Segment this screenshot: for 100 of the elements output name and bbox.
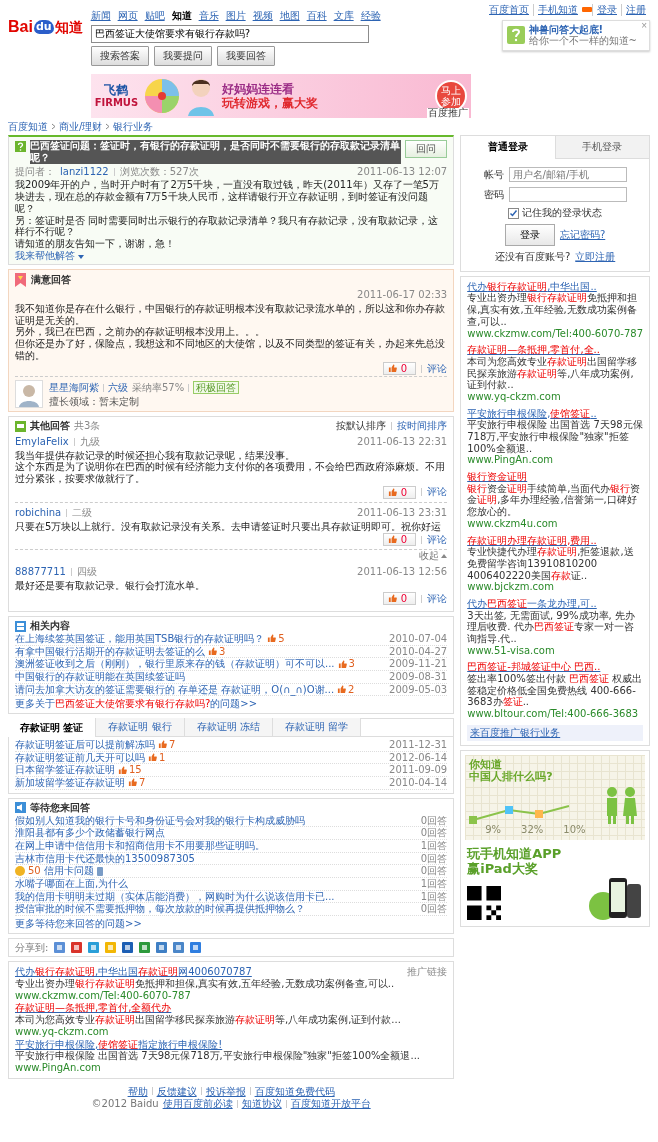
like-button[interactable]: 0 <box>382 592 417 606</box>
nav-link[interactable]: 贴吧 <box>144 10 165 22</box>
sort-link[interactable]: 按默认排序 <box>336 420 387 433</box>
user-link[interactable]: EmylaFelix <box>15 436 69 448</box>
answer-link[interactable]: 我来帮他解答 <box>15 249 75 261</box>
top-link[interactable]: 登录 <box>592 4 621 16</box>
nav-link[interactable]: 知道 <box>171 10 192 22</box>
top-link[interactable]: 百度首页 <box>485 4 533 16</box>
footer-link[interactable]: 百度知道免费代码 <box>254 1085 335 1098</box>
promote-link[interactable]: 来百度推广银行业务 <box>467 724 643 741</box>
breadcrumb-link[interactable]: 银行业务 <box>113 120 154 133</box>
share-icon[interactable] <box>173 942 185 954</box>
level-link[interactable]: 六级 <box>108 381 128 394</box>
breadcrumb-link[interactable]: 商业/理财 <box>59 120 103 133</box>
ad-title[interactable]: 存款证明办理存款证明,费用.. <box>467 534 597 546</box>
question-link[interactable]: 澳洲签证收到之后（刚刚），银行里原来存的钱（存款证明）可不可以... <box>15 658 335 670</box>
nav-link[interactable]: 图片 <box>225 10 246 22</box>
nav-link[interactable]: 网页 <box>117 10 138 22</box>
question-link[interactable]: 有拿中国银行活期开的存款证明去签证的么 <box>15 645 205 658</box>
like-button[interactable]: 0 <box>382 533 417 547</box>
more-link[interactable]: 更多等待您来回答的问题>> <box>15 918 142 930</box>
ad-title[interactable]: 代办银行存款证明,中华出国.. <box>467 280 597 292</box>
footer-link[interactable]: 反馈建议 <box>156 1085 197 1098</box>
forgot-link[interactable]: 忘记密码? <box>559 229 606 241</box>
nav-link[interactable]: 音乐 <box>198 10 219 22</box>
ad-title[interactable]: 平安旅行申根保险,使馆签证.. <box>467 407 597 419</box>
ad-title[interactable]: 巴西签证-邦城签证中心 巴西.. <box>467 661 601 673</box>
nav-link[interactable]: 新闻 <box>90 10 111 22</box>
topic-tab[interactable]: 存款证明 银行 <box>96 718 185 737</box>
comment-link[interactable]: 评论 <box>427 592 448 605</box>
login-button[interactable]: 登录 <box>504 224 555 247</box>
account-field[interactable]: 用户名/邮箱/手机 <box>508 167 627 183</box>
more-link[interactable]: 更多关于巴西签证大使馆要求有银行存款吗?的问题>> <box>15 698 258 711</box>
sort-link[interactable]: 按时间排序 <box>397 420 448 433</box>
thumbs-up-icon <box>337 685 347 695</box>
checkbox[interactable] <box>508 207 520 219</box>
ad-title[interactable]: 银行资金证明 <box>467 471 528 483</box>
ad-banner[interactable]: 飞鹤 FIRMUS 好妈妈连连看 玩转游戏，赢大奖 马上参加 百度推广 <box>90 73 471 118</box>
footer-link[interactable]: 投诉举报 <box>205 1085 246 1098</box>
footer-link[interactable]: 帮助 <box>127 1085 148 1098</box>
ask-button[interactable]: 回问 <box>405 140 448 159</box>
question-link[interactable]: 淮阳县都有多少个政储蓄银行网点 <box>15 827 165 839</box>
footer-link[interactable]: 使用百度前必读 <box>162 1098 233 1110</box>
share-icon[interactable] <box>71 942 83 954</box>
ad-title[interactable]: 代办巴西签证一条龙办理,可.. <box>467 597 597 609</box>
share-icon[interactable] <box>156 942 168 954</box>
question-link[interactable]: 中国银行的存款证明能在英国续签证吗 <box>15 671 185 683</box>
user-badge: 积极回答 <box>193 380 240 395</box>
comment-link[interactable]: 评论 <box>427 486 448 499</box>
question-link[interactable]: 存款证明签证前几天开可以吗 <box>15 751 145 764</box>
user-link[interactable]: 星星海阿紫 <box>49 381 99 394</box>
ad-title[interactable]: 存款证明—条抵押,零首付,全额代办 <box>15 1002 172 1015</box>
topic-tab[interactable]: 存款证明 留学 <box>272 718 362 737</box>
footer-link[interactable]: 知道协议 <box>241 1098 282 1110</box>
user-link[interactable]: robichina <box>15 506 62 519</box>
question-link[interactable]: 在上海续签英国签证，能用英国TSB银行的存款证明吗？ <box>15 632 265 645</box>
question-link[interactable]: 水嘴子哪面在上面,为什么 <box>15 877 129 890</box>
question-link[interactable]: 我的信用卡明明未过期（实体店能消费），网购时为什么说该信用卡已... <box>15 890 335 903</box>
user-link[interactable]: 88877711 <box>15 565 66 578</box>
nav-link[interactable]: 经验 <box>360 10 381 22</box>
topic-tab[interactable]: 存款证明 签证 <box>8 718 97 738</box>
nav-link[interactable]: 地图 <box>279 10 300 22</box>
nav-link[interactable]: 文库 <box>333 10 354 22</box>
password-field[interactable] <box>508 187 627 203</box>
topic-tab[interactable]: 存款证明 冻结 <box>184 718 273 737</box>
ad-title[interactable]: 存款证明—条抵押,零首付,全.. <box>467 344 600 356</box>
collapse-toggle[interactable]: 收起 <box>419 550 440 562</box>
question-link[interactable]: 信用卡问题 <box>43 865 94 877</box>
question-link[interactable]: 存款证明签证后可以提前解冻吗 <box>15 739 155 751</box>
ad-title[interactable]: 平安旅行申根保险,使馆签证指定旅行申根保险! <box>15 1038 223 1051</box>
comment-link[interactable]: 评论 <box>427 533 448 546</box>
nav-link[interactable]: 百科 <box>306 10 327 22</box>
question-link[interactable]: 新加坡留学签证存款证明 <box>15 777 125 789</box>
register-link[interactable]: 立即注册 <box>575 251 616 263</box>
comment-link[interactable]: 评论 <box>427 363 448 375</box>
question-link[interactable]: 日本留学签证存款证明 <box>15 764 115 777</box>
breadcrumb-link[interactable]: 百度知道 <box>8 120 48 133</box>
search-field[interactable]: 巴西签证大使馆要求有银行存款吗? <box>90 24 369 43</box>
search-button[interactable]: 我要回答 <box>216 45 275 66</box>
share-icon[interactable] <box>54 942 66 954</box>
share-icon[interactable] <box>122 942 134 954</box>
like-button[interactable]: 0 <box>382 485 417 499</box>
survey-banner[interactable]: 你知道 中国人排什么吗? 9% 32% 10% <box>465 754 645 840</box>
share-icon[interactable] <box>139 942 151 954</box>
nav-link[interactable]: 视频 <box>252 10 273 22</box>
asker-link[interactable]: lanzi1122 <box>60 165 109 178</box>
question-link[interactable]: 在网上申请中信信用卡和招商信用卡不用要那些证明吗。 <box>15 839 265 852</box>
question-link[interactable]: 假如别人知道我的银行卡号和身份证号会对我的银行卡构成威胁吗 <box>15 814 305 827</box>
question-link[interactable]: 授信审批的时候不需要抵押物，每次放款的时候再提供抵押物么？ <box>15 903 305 915</box>
question-link[interactable]: 请问去加拿大访友的签证需要银行的 存单还是 存款证明，O(∩_∩)O谢... <box>15 683 335 696</box>
like-button[interactable]: 0 <box>382 362 417 376</box>
ad-title[interactable]: 代办银行存款证明,中华出国存款证明网4006070787 <box>15 966 252 979</box>
footer-link[interactable]: 百度知道开放平台 <box>290 1098 371 1110</box>
search-button[interactable]: 搜索答案 <box>90 45 149 66</box>
search-button[interactable]: 我要提问 <box>153 45 212 66</box>
share-icon[interactable] <box>88 942 100 954</box>
share-icon[interactable] <box>190 942 202 954</box>
top-link[interactable]: 注册 <box>621 4 650 16</box>
login-tab[interactable]: 手机登录 <box>554 136 649 160</box>
question-link[interactable]: 吉林市信用卡代还最快的13500987305 <box>15 852 195 865</box>
